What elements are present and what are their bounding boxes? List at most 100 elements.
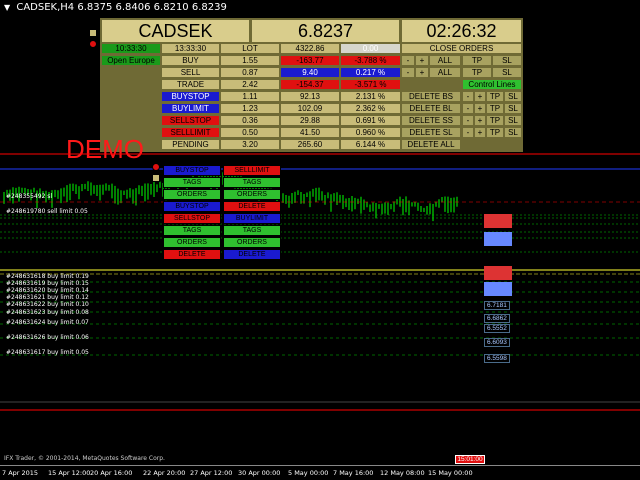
order-lot-3: 1.11 — [220, 91, 280, 102]
panel-close-icon[interactable] — [89, 40, 97, 48]
order-type-7[interactable]: PENDING — [161, 139, 220, 150]
delete-all-button[interactable]: DELETE ALL — [401, 139, 461, 150]
order-type-4[interactable]: BUYLIMIT — [161, 103, 220, 114]
delete-bs-button[interactable]: DELETE BS — [401, 91, 461, 102]
menu-button-3-1[interactable]: ORDERS — [223, 189, 281, 200]
delete-sl-button[interactable]: DELETE SL — [401, 127, 461, 138]
menu-button-6-0[interactable]: TAGS — [163, 225, 221, 236]
ctrl-tp-button[interactable]: TP — [486, 127, 504, 138]
price-level-label: 6.7181 — [484, 301, 510, 310]
control-lines-button[interactable]: Control Lines — [462, 79, 522, 90]
ctrl-minus-button[interactable]: - — [462, 91, 474, 102]
order-label: #248631624 buy limit 0.07 — [6, 319, 89, 326]
menu-button-8-0[interactable]: DELETE — [163, 249, 221, 260]
clock-label: 02:26:32 — [401, 19, 522, 43]
order-lot-2: 2.42 — [220, 79, 280, 90]
order-type-0[interactable]: BUY — [161, 55, 220, 66]
menu-button-5-1[interactable]: BUYLIMIT — [223, 213, 281, 224]
time-tick: 27 Apr 12:00 — [190, 469, 233, 477]
ctrl-minus-button[interactable]: - — [462, 115, 474, 126]
order-type-3[interactable]: BUYSTOP — [161, 91, 220, 102]
order-profit-6: 41.50 — [280, 127, 340, 138]
menu-button-4-1[interactable]: DELETE — [223, 201, 281, 212]
order-label: #248631618 buy limit 0.19 — [6, 273, 89, 280]
ctrl-plus-button[interactable]: + — [474, 91, 486, 102]
time-tick: 12 May 08:00 — [380, 469, 425, 477]
ctrl-minus-button[interactable]: - — [401, 55, 415, 66]
price-chart — [0, 153, 640, 411]
ctrl-plus-button[interactable]: + — [474, 127, 486, 138]
order-profit-0: -163.77 — [280, 55, 340, 66]
ctrl-tp-button[interactable]: TP — [462, 67, 492, 78]
ctrl-tp-button[interactable]: TP — [486, 115, 504, 126]
time-tick: 7 May 16:00 — [333, 469, 374, 477]
menu-button-2-0[interactable]: TAGS — [163, 177, 221, 188]
menu-button-8-1[interactable]: DELETE — [223, 249, 281, 260]
ctrl-minus-button[interactable]: - — [462, 103, 474, 114]
time-tick: 22 Apr 20:00 — [143, 469, 186, 477]
order-lot-0: 1.55 — [220, 55, 280, 66]
ctrl-sl-button[interactable]: SL — [504, 127, 522, 138]
lot-header: LOT — [220, 43, 280, 54]
lot-value: 4322.86 — [280, 43, 340, 54]
order-profit-3: 92.13 — [280, 91, 340, 102]
time-tag: 15:01:00 — [455, 455, 485, 464]
menu-button-6-1[interactable]: TAGS — [223, 225, 281, 236]
ctrl-tp-button[interactable]: TP — [462, 55, 492, 66]
ctrl-sl-button[interactable]: SL — [504, 91, 522, 102]
ctrl-sl-button[interactable]: SL — [504, 103, 522, 114]
ctrl-plus-button[interactable]: + — [415, 55, 429, 66]
menu-button-4-0[interactable]: BUYSTOP — [163, 201, 221, 212]
ctrl-sl-button[interactable]: SL — [504, 115, 522, 126]
time-tick: 5 May 00:00 — [288, 469, 329, 477]
close-orders-button[interactable]: CLOSE ORDERS — [401, 43, 522, 54]
ctrl-plus-button[interactable]: + — [415, 67, 429, 78]
price-level-label: 6.5552 — [484, 324, 510, 333]
ctrl-all-button[interactable]: ALL — [429, 67, 461, 78]
chart-title-bar: ▼ CADSEK,H4 6.8375 6.8406 6.8210 6.8239 — [0, 0, 640, 16]
time-tick: 15 Apr 12:00 — [48, 469, 91, 477]
order-type-5[interactable]: SELLSTOP — [161, 115, 220, 126]
menu-button-2-1[interactable]: TAGS — [223, 177, 281, 188]
menu-minimize-icon[interactable] — [152, 174, 160, 182]
symbol-label: CADSEK — [101, 19, 250, 43]
ctrl-sl-button[interactable]: SL — [492, 67, 522, 78]
ctrl-plus-button[interactable]: + — [474, 115, 486, 126]
ctrl-plus-button[interactable]: + — [474, 103, 486, 114]
time-tick: 7 Apr 2015 — [2, 469, 39, 477]
order-percent-4: 2.362 % — [340, 103, 401, 114]
menu-button-1-0[interactable]: BUYSTOP — [163, 165, 221, 176]
time-tick: 20 Apr 16:00 — [90, 469, 133, 477]
ctrl-all-button[interactable]: ALL — [429, 55, 461, 66]
menu-button-7-0[interactable]: ORDERS — [163, 237, 221, 248]
delete-ss-button[interactable]: DELETE SS — [401, 115, 461, 126]
menu-close-icon[interactable] — [152, 163, 160, 171]
ctrl-sl-button[interactable]: SL — [492, 55, 522, 66]
price-marker — [484, 282, 512, 296]
ctrl-tp-button[interactable]: TP — [486, 91, 504, 102]
time-tick: 15 May 00:00 — [428, 469, 473, 477]
time-tick: 30 Apr 00:00 — [238, 469, 281, 477]
order-type-2[interactable]: TRADE — [161, 79, 220, 90]
delete-bl-button[interactable]: DELETE BL — [401, 103, 461, 114]
order-label: #248619780 sell limit 0.05 — [6, 208, 88, 215]
menu-button-1-1[interactable]: SELLLIMIT — [223, 165, 281, 176]
menu-button-7-1[interactable]: ORDERS — [223, 237, 281, 248]
panel-minimize-icon[interactable] — [89, 29, 97, 37]
order-profit-2: -154.37 — [280, 79, 340, 90]
dropdown-arrow-icon[interactable]: ▼ — [4, 3, 10, 12]
ctrl-minus-button[interactable]: - — [462, 127, 474, 138]
order-label: #248631622 buy limit 0.10 — [6, 301, 89, 308]
order-percent-1: 0.217 % — [340, 67, 401, 78]
order-type-1[interactable]: SELL — [161, 67, 220, 78]
ctrl-minus-button[interactable]: - — [401, 67, 415, 78]
order-label: #248631621 buy limit 0.12 — [6, 294, 89, 301]
menu-button-5-0[interactable]: SELLSTOP — [163, 213, 221, 224]
ctrl-tp-button[interactable]: TP — [486, 103, 504, 114]
order-percent-6: 0.960 % — [340, 127, 401, 138]
price-level-label: 6.6862 — [484, 314, 510, 323]
order-percent-3: 2.131 % — [340, 91, 401, 102]
order-type-6[interactable]: SELLLIMIT — [161, 127, 220, 138]
order-percent-7: 6.144 % — [340, 139, 401, 150]
menu-button-3-0[interactable]: ORDERS — [163, 189, 221, 200]
